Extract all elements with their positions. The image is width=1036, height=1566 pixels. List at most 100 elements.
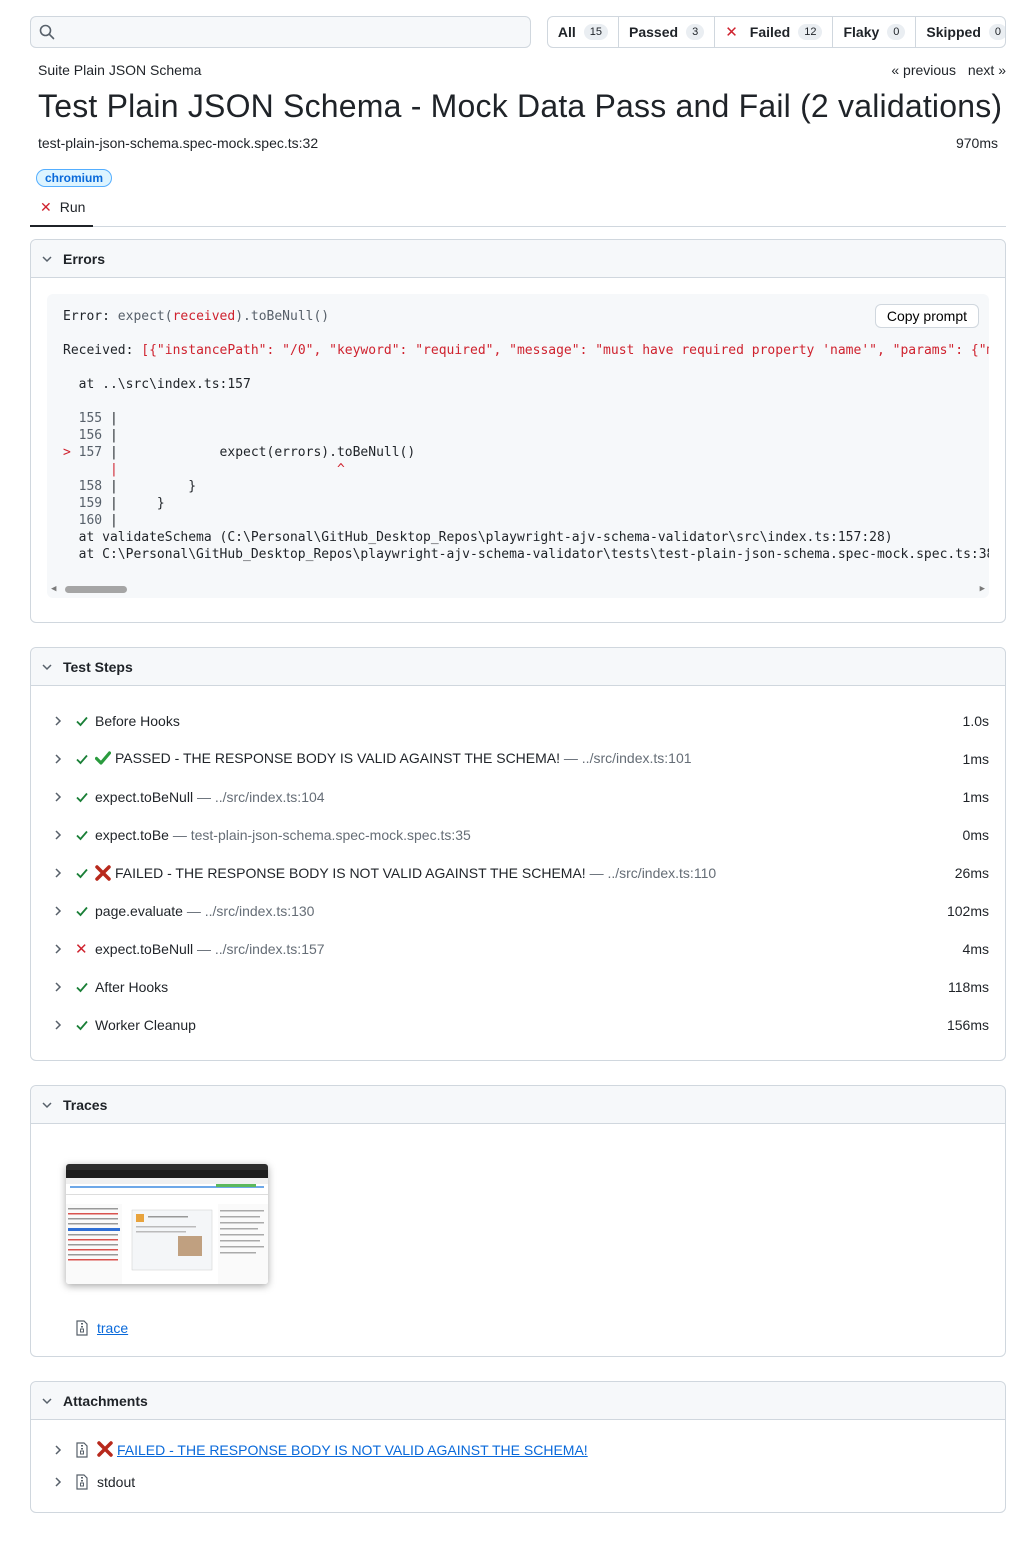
step-duration: 1ms [963,789,989,805]
chevron-down-icon [41,1395,53,1407]
scrollbar-thumb[interactable] [65,586,127,593]
step-duration: 118ms [948,979,989,995]
chevron-right-icon[interactable] [53,1476,63,1488]
copy-prompt-button[interactable]: Copy prompt [875,304,979,328]
step-row[interactable]: page.evaluate — ../src/index.ts:130102ms [31,892,1005,930]
project-tag[interactable]: chromium [36,169,112,187]
file-zip-icon [75,1320,89,1336]
chevron-right-icon[interactable] [53,829,63,841]
error-message-box: Copy prompt Error: expect(received).toBe… [47,294,989,598]
step-location: — ../src/index.ts:130 [183,903,315,919]
errors-section: Errors Copy prompt Error: expect(receive… [30,239,1006,623]
code-snippet: 155 | 156 |> 157 | expect(errors).toBeNu… [63,410,989,529]
step-row[interactable]: FAILED - THE RESPONSE BODY IS NOT VALID … [31,854,1005,892]
run-tabs: ✕Run [30,199,1006,227]
horizontal-scrollbar[interactable]: ◀ ▶ [47,580,989,598]
attachment-row[interactable]: FAILED - THE RESPONSE BODY IS NOT VALID … [31,1434,1005,1466]
line-marker [63,462,71,477]
chevron-right-icon[interactable] [53,943,63,955]
line-text: | [102,411,118,426]
check-icon [75,714,95,728]
filter-failed-label: Failed [750,24,790,40]
chevron-right-icon[interactable] [53,1019,63,1031]
line-text: | } [102,479,196,494]
step-row[interactable]: Worker Cleanup 156ms [31,1006,1005,1044]
test-duration: 970ms [956,135,998,151]
line-marker [63,513,71,528]
attachment-row[interactable]: stdout [31,1466,1005,1498]
attachment-link[interactable]: FAILED - THE RESPONSE BODY IS NOT VALID … [117,1442,588,1458]
filter-skipped[interactable]: Skipped 0 [916,17,1006,47]
previous-link[interactable]: « previous [891,62,956,78]
test-location: test-plain-json-schema.spec-mock.spec.ts… [38,135,318,151]
code-line: 156 | [63,427,989,444]
step-duration: 1.0s [963,713,989,729]
step-name: Before Hooks [95,713,963,729]
trace-link[interactable]: trace [97,1320,128,1336]
error-received: received [173,309,236,324]
filter-failed-count: 12 [798,24,822,40]
chevron-right-icon[interactable] [53,753,63,765]
top-bar: All 15 Passed 3 ✕ Failed 12 Flaky 0 Skip… [30,16,1006,48]
error-expect: expect( [118,309,173,324]
steps-list: Before Hooks1.0s PASSED - THE RESPONSE BO… [31,686,1005,1060]
chevron-right-icon[interactable] [53,715,63,727]
code-line: | ^ [63,461,989,478]
next-link[interactable]: next » [968,62,1006,78]
scroll-left-icon[interactable]: ◀ [51,584,56,594]
filter-passed[interactable]: Passed 3 [619,17,715,47]
tab-run[interactable]: ✕Run [30,199,93,227]
step-location: — test-plain-json-schema.spec-mock.spec.… [169,827,471,843]
at-line: at ..\src\index.ts:157 [63,376,989,393]
heavy-check-emoji-icon [95,750,111,767]
chevron-right-icon[interactable] [53,981,63,993]
file-zip-icon [75,1442,89,1458]
stack-line: at C:\Personal\GitHub_Desktop_Repos\play… [63,546,989,563]
red-cross-emoji-icon [97,1441,113,1460]
attachments-header[interactable]: Attachments [31,1382,1005,1420]
chevron-right-icon[interactable] [53,791,63,803]
step-title: expect.toBeNull [95,789,193,805]
filter-flaky-label: Flaky [843,24,879,40]
pager: « previous next » [883,62,1006,78]
filter-failed[interactable]: ✕ Failed 12 [715,17,833,47]
line-text: | } [102,496,165,511]
line-marker [63,411,71,426]
filter-flaky[interactable]: Flaky 0 [833,17,916,47]
cross-icon: ✕ [75,940,95,958]
step-title: PASSED - THE RESPONSE BODY IS VALID AGAI… [115,750,560,766]
test-title: Test Plain JSON Schema - Mock Data Pass … [38,88,1006,125]
stack-line: at validateSchema (C:\Personal\GitHub_De… [63,529,989,546]
test-steps-header[interactable]: Test Steps [31,648,1005,686]
step-title: Worker Cleanup [95,1017,196,1033]
errors-header[interactable]: Errors [31,240,1005,278]
code-line: 158 | } [63,478,989,495]
filter-all[interactable]: All 15 [548,17,619,47]
search-input[interactable] [30,16,531,48]
line-marker: > [63,445,71,460]
step-duration: 156ms [947,1017,989,1033]
chevron-right-icon[interactable] [53,905,63,917]
line-number: 155 [79,411,102,426]
step-name: FAILED - THE RESPONSE BODY IS NOT VALID … [95,865,955,881]
trace-thumbnail[interactable] [66,1164,268,1284]
step-location: — ../src/index.ts:101 [560,750,692,766]
chevron-right-icon[interactable] [53,867,63,879]
step-row[interactable]: After Hooks118ms [31,968,1005,1006]
chevron-right-icon[interactable] [53,1444,63,1456]
step-row[interactable]: expect.toBeNull — ../src/index.ts:1041ms [31,778,1005,816]
scroll-right-icon[interactable]: ▶ [980,584,985,594]
step-row[interactable]: expect.toBe — test-plain-json-schema.spe… [31,816,1005,854]
traces-header[interactable]: Traces [31,1086,1005,1124]
step-row[interactable]: PASSED - THE RESPONSE BODY IS VALID AGAI… [31,740,1005,778]
error-prefix: Error: [63,309,118,324]
step-row[interactable]: Before Hooks1.0s [31,702,1005,740]
step-row[interactable]: ✕expect.toBeNull — ../src/index.ts:1574m… [31,930,1005,968]
chevron-down-icon [41,253,53,265]
chevron-down-icon [41,1099,53,1111]
step-duration: 26ms [955,865,989,881]
code-line: 160 | [63,512,989,529]
traces-section: Traces [30,1085,1006,1357]
errors-header-label: Errors [63,251,105,267]
trace-attachment: trace [75,1320,1005,1336]
